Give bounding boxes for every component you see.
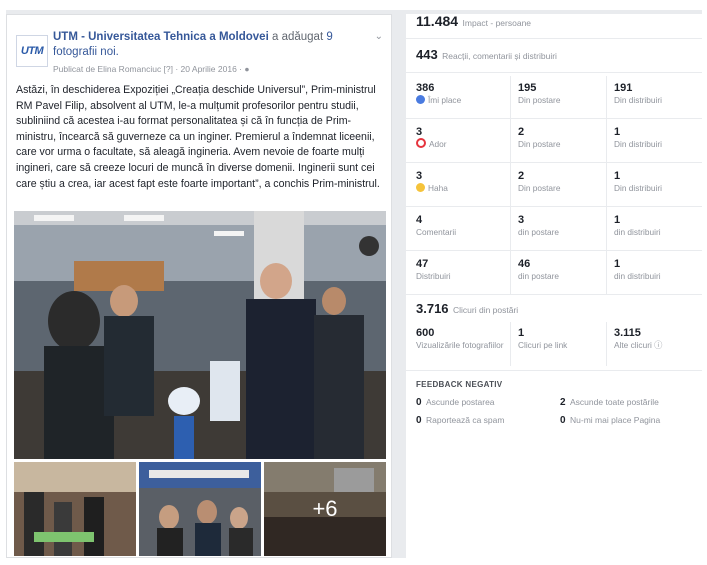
reactions-summary: 443 Reacții, comentarii și distribuiri [416,47,557,62]
divider [406,118,702,119]
divider [406,294,702,295]
stat-love-post: 2 Din postare [518,126,561,149]
neg-report-spam: 0 Raportează ca spam [416,415,505,426]
stat-like-shares: 191 Din distribuiri [614,82,662,105]
divider [406,250,702,251]
love-icon [416,138,426,148]
stat-love-total: 3 Ador [416,126,447,149]
divider [406,162,702,163]
post-photo-thumb-more[interactable]: +6 [264,462,386,556]
stat-photo-views: 600 Vizualizările fotografiilor [416,327,504,350]
divider [406,370,702,371]
page-name-link[interactable]: UTM - Universitatea Tehnica a Moldovei [53,31,269,43]
stat-love-shares: 1 Din distribuiri [614,126,662,149]
post-meta: Publicat de Elina Romanciuc [?] · 20 Apr… [53,64,250,74]
post-body-text: Astăzi, în deschiderea Expoziției „Creaț… [16,84,380,190]
stat-link-clicks: 1 Clicuri pe link [518,327,568,350]
globe-icon: ● [244,64,250,74]
impact-label: Impact - persoane [462,18,532,28]
chevron-down-icon[interactable]: ⌄ [375,31,383,42]
stat-like-total: 386 Îmi place [416,82,462,105]
column-divider [606,76,607,294]
stat-haha-post: 2 Din postare [518,170,561,193]
reactions-value: 443 [416,47,438,62]
page-logo[interactable]: UTM [16,35,48,67]
post-photo-thumb-2[interactable] [139,462,261,556]
impact-summary: 11.484 Impact - persoane [416,13,532,29]
post-action-text: a adăugat [268,31,327,43]
stat-comments-shares: 1 din distribuiri [614,214,661,237]
divider [406,72,702,73]
stat-shares-total: 47 Distribuiri [416,258,451,281]
stat-comments-post: 3 din postare [518,214,560,237]
reactions-label: Reacții, comentarii și distribuiri [442,51,557,61]
stat-other-clicks: 3.115 Alte clicuri ⓘ [614,327,663,350]
column-divider [510,76,511,294]
neg-hide-all-posts: 2 Ascunde toate postările [560,397,659,408]
post-header: UTM - Universitatea Tehnica a Moldovei a… [53,30,373,60]
insights-panel: 11.484 Impact - persoane 443 Reacții, co… [406,14,702,558]
post-meta-text: Publicat de Elina Romanciuc [?] · 20 Apr… [53,64,245,74]
divider [406,206,702,207]
stat-shares-shares: 1 din distribuiri [614,258,661,281]
neg-unlike-page: 0 Nu-mi mai place Pagina [560,415,661,426]
negative-feedback-title: FEEDBACK NEGATIV [416,380,503,389]
stat-haha-shares: 1 Din distribuiri [614,170,662,193]
stat-shares-post: 46 din postare [518,258,560,281]
divider [406,38,702,39]
stat-haha-total: 3 Haha [416,170,448,193]
logo-text: UTM [20,45,44,57]
clicks-value: 3.716 [416,301,449,316]
column-divider [606,322,607,366]
impact-value: 11.484 [416,13,459,29]
post-photo-thumb-1[interactable] [14,462,136,556]
clicks-label: Clicuri din postări [453,305,519,315]
like-icon [416,95,425,104]
clicks-summary: 3.716 Clicuri din postări [416,301,519,316]
stat-comments-total: 4 Comentarii [416,214,457,237]
post-photo-main[interactable] [14,211,386,459]
haha-icon [416,183,425,192]
neg-hide-post: 0 Ascunde postarea [416,397,495,408]
stat-like-post: 195 Din postare [518,82,561,105]
more-photos-count: +6 [264,462,386,556]
column-divider [510,322,511,366]
